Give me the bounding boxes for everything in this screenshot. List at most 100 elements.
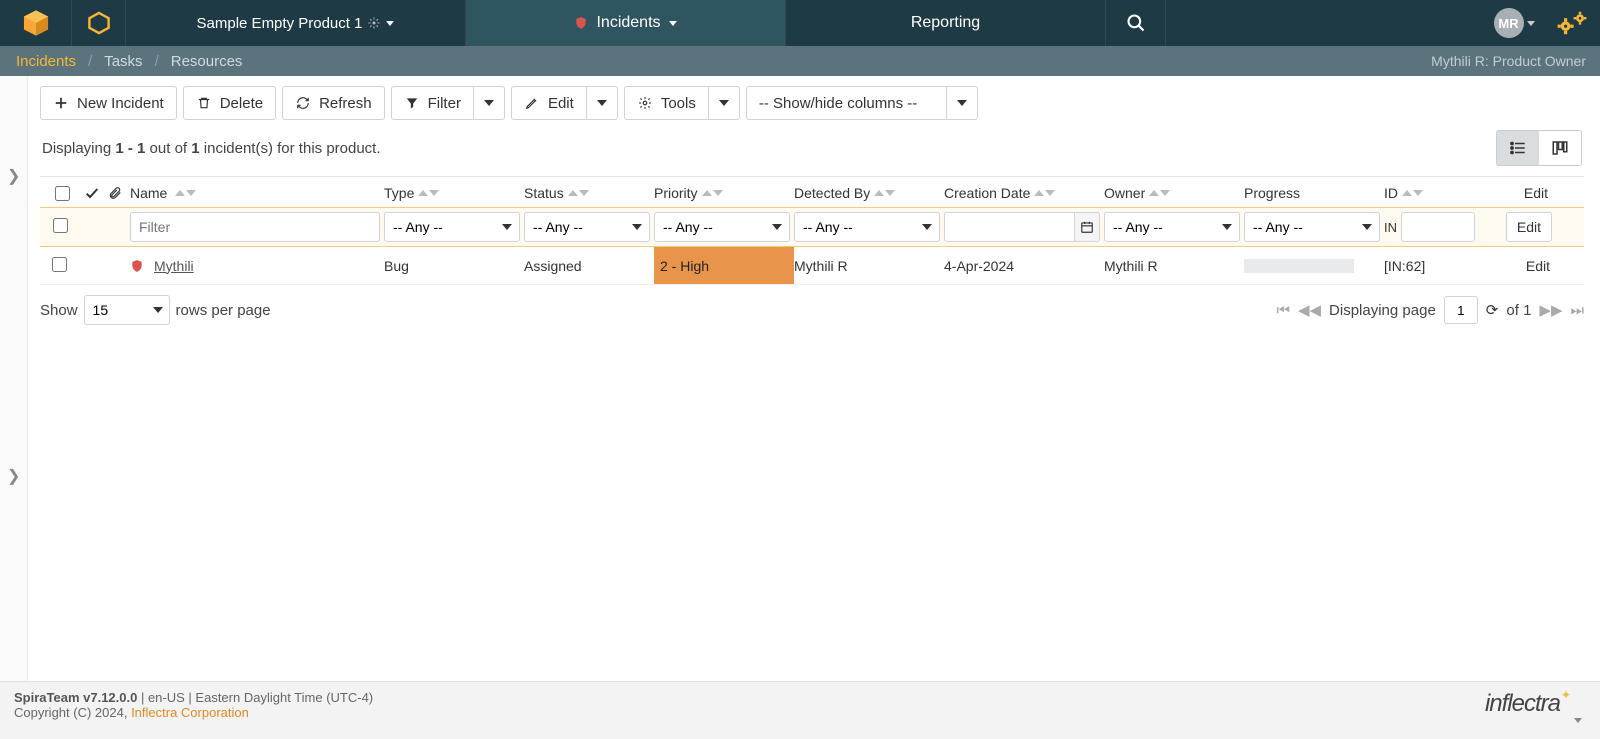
incident-name-link[interactable]: Mythili [154, 258, 194, 274]
chevron-down-icon[interactable] [914, 212, 940, 242]
footer: SpiraTeam v7.12.0.0 | en-US | Eastern Da… [0, 681, 1600, 739]
filter-creation-date-input[interactable] [944, 212, 1074, 242]
board-view-button[interactable] [1539, 131, 1581, 165]
tab-incidents[interactable]: Incidents [10, 53, 82, 70]
filter-apply-button[interactable]: Edit [1506, 212, 1552, 242]
gear-icon [637, 95, 653, 111]
sub-nav: Incidents / Tasks / Resources Mythili R:… [0, 46, 1600, 76]
col-status[interactable]: Status [524, 185, 564, 201]
chevron-down-icon [1527, 21, 1535, 26]
prev-page-button[interactable]: ◀◀ [1298, 301, 1321, 319]
workspace-icon[interactable] [72, 0, 126, 46]
cell-owner: Mythili R [1104, 258, 1244, 274]
columns-button-group: -- Show/hide columns -- [746, 86, 978, 120]
refresh-page-button[interactable]: ⟳ [1486, 301, 1499, 319]
chevron-down-icon[interactable] [147, 295, 169, 325]
filter-button[interactable]: Filter [391, 86, 473, 120]
first-page-button[interactable]: ⏮ [1276, 302, 1290, 319]
view-toggle [1496, 130, 1582, 166]
columns-dropdown[interactable] [946, 86, 978, 120]
nav-incidents[interactable]: Incidents [466, 0, 786, 46]
sort-icon[interactable] [418, 190, 439, 196]
user-menu[interactable]: MR [1484, 0, 1544, 46]
sort-icon[interactable] [568, 190, 589, 196]
calendar-icon[interactable] [1074, 212, 1100, 242]
inflectra-logo: inflectra✦ [1485, 690, 1570, 718]
tab-resources[interactable]: Resources [165, 53, 249, 70]
shield-icon [130, 259, 144, 273]
last-page-button[interactable]: ⏭ [1570, 302, 1584, 319]
filter-id-input[interactable] [1401, 212, 1475, 242]
company-link[interactable]: Inflectra Corporation [131, 705, 249, 720]
pencil-icon [524, 95, 540, 111]
edit-button-group: Edit [511, 86, 618, 120]
sort-icon[interactable] [1149, 190, 1170, 196]
chevron-down-icon[interactable] [1215, 212, 1240, 242]
col-detected-by[interactable]: Detected By [794, 185, 870, 201]
filter-status-select[interactable] [524, 212, 625, 242]
col-owner[interactable]: Owner [1104, 185, 1145, 201]
col-name[interactable]: Name [130, 185, 167, 201]
list-view-button[interactable] [1497, 131, 1539, 165]
chevron-down-icon [597, 100, 607, 106]
show-hide-columns[interactable]: -- Show/hide columns -- [746, 86, 946, 120]
grid-filter-row: IN Edit [40, 207, 1584, 247]
product-name: Sample Empty Product 1 [197, 15, 363, 32]
delete-button[interactable]: Delete [183, 86, 276, 120]
app-logo[interactable] [0, 0, 72, 46]
chevron-down-icon[interactable] [1355, 212, 1380, 242]
filter-detected-by-select[interactable] [794, 212, 914, 242]
gear-mini-icon [368, 17, 380, 29]
id-prefix: IN [1384, 220, 1397, 235]
tab-tasks[interactable]: Tasks [98, 53, 148, 70]
page-number-input[interactable] [1444, 296, 1478, 324]
sort-icon[interactable] [1402, 190, 1423, 196]
edit-dropdown[interactable] [586, 86, 618, 120]
next-page-button[interactable]: ▶▶ [1539, 301, 1562, 319]
grid-header: Name Type Status Priority Detected By Cr… [40, 177, 1584, 207]
user-role-label: Mythili R: Product Owner [1431, 53, 1590, 69]
chevron-down-icon [484, 100, 494, 106]
nav-reporting[interactable]: Reporting [786, 0, 1106, 46]
col-type[interactable]: Type [384, 185, 414, 201]
product-selector[interactable]: Sample Empty Product 1 [126, 0, 466, 46]
sort-icon[interactable] [874, 190, 895, 196]
tools-button[interactable]: Tools [624, 86, 708, 120]
page-size-select[interactable] [84, 295, 148, 325]
filter-dropdown[interactable] [473, 86, 505, 120]
tools-dropdown[interactable] [708, 86, 740, 120]
edit-button[interactable]: Edit [511, 86, 586, 120]
gears-icon [1556, 9, 1588, 37]
chevron-down-icon[interactable] [765, 212, 790, 242]
admin-settings[interactable] [1544, 0, 1600, 46]
sort-icon[interactable] [1034, 190, 1055, 196]
cell-priority: 2 - High [654, 247, 794, 284]
trash-icon [196, 95, 212, 111]
col-id[interactable]: ID [1384, 185, 1398, 201]
filter-select-checkbox[interactable] [53, 218, 68, 233]
chevron-down-icon[interactable] [625, 212, 650, 242]
filter-type-select[interactable] [384, 212, 495, 242]
side-panel-handle[interactable]: ❯ ❯ [0, 76, 28, 681]
footer-expand[interactable] [1570, 712, 1586, 731]
progress-bar [1244, 259, 1354, 273]
nav-reporting-label: Reporting [911, 14, 980, 32]
refresh-button[interactable]: Refresh [282, 86, 385, 120]
chevron-down-icon[interactable] [495, 212, 520, 242]
filter-priority-select[interactable] [654, 212, 765, 242]
chevron-down-icon [719, 100, 729, 106]
filter-owner-select[interactable] [1104, 212, 1215, 242]
col-creation-date[interactable]: Creation Date [944, 185, 1030, 201]
main-content: ❯ ❯ New Incident Delete Refresh Filter E [0, 76, 1600, 681]
col-priority[interactable]: Priority [654, 185, 698, 201]
table-row: Mythili Bug Assigned 2 - High Mythili R … [40, 247, 1584, 285]
new-incident-button[interactable]: New Incident [40, 86, 177, 120]
global-search[interactable] [1106, 0, 1166, 46]
filter-name-input[interactable] [130, 212, 380, 242]
sort-icon[interactable] [175, 190, 196, 196]
row-select-checkbox[interactable] [52, 257, 67, 272]
filter-progress-select[interactable] [1244, 212, 1355, 242]
select-all-checkbox[interactable] [55, 186, 70, 201]
sort-icon[interactable] [702, 190, 723, 196]
row-edit-button[interactable]: Edit [1500, 258, 1556, 274]
